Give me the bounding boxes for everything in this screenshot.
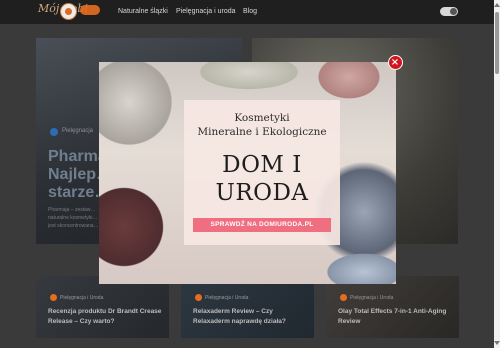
article-category[interactable]: Pielęgnacja i Uroda [205, 295, 248, 301]
article-card[interactable]: Pielęgnacja i Uroda Relaxaderm Review – … [181, 276, 314, 338]
article-title[interactable]: Relaxaderm Review – Czy Relaxaderm napra… [193, 307, 308, 327]
category-icon [50, 294, 57, 301]
close-modal-button[interactable]: × [388, 55, 403, 70]
nav-link-blog[interactable]: Blog [243, 8, 257, 15]
scroll-thumb[interactable] [495, 12, 499, 74]
featured-category[interactable]: Pielęgnacja [62, 128, 93, 134]
top-navbar: Mój Kobi Naturalne ślązki Pielęgnacja i … [0, 0, 494, 24]
promo-brand-line1: DOM I [222, 152, 302, 178]
promo-modal[interactable]: Kosmetyki Mineralne i Ekologiczne DOM I … [99, 62, 396, 284]
nav-link-pielegnacja[interactable]: Pielęgnacja i uroda [176, 8, 236, 15]
dark-mode-toggle[interactable] [440, 7, 458, 16]
featured-excerpt: Pharmaja – zestaw… naturalne kosmetyki… … [48, 207, 99, 229]
scroll-up-arrow-icon[interactable] [494, 3, 500, 7]
article-card[interactable]: Pielęgnacja i Uroda Recenzja produktu Dr… [36, 276, 169, 338]
nav-link-naturalne[interactable]: Naturalne ślązki [118, 8, 168, 15]
logo-mark-icon[interactable] [60, 3, 77, 20]
promo-cta-button[interactable]: SPRAWDŹ NA DOMIURODA.PL [193, 218, 331, 232]
page-scrollbar[interactable] [494, 0, 500, 348]
article-category[interactable]: Pielęgnacja i Uroda [350, 295, 393, 301]
article-card[interactable]: Pielęgnacja i Uroda Olay Total Effects 7… [326, 276, 459, 338]
logo-accent-icon [80, 5, 100, 15]
category-icon [340, 294, 347, 301]
promo-subtitle-line1: Kosmetyki [234, 112, 290, 124]
promo-subtitle-line2: Mineralne i Ekologiczne [197, 126, 327, 138]
article-category[interactable]: Pielęgnacja i Uroda [60, 295, 103, 301]
article-title[interactable]: Olay Total Effects 7-in-1 Anti-Aging Rev… [338, 307, 453, 327]
scroll-down-arrow-icon[interactable] [494, 341, 500, 345]
promo-brand-line2: URODA [215, 180, 309, 206]
category-icon [50, 128, 58, 136]
category-icon [195, 294, 202, 301]
promo-card: Kosmetyki Mineralne i Ekologiczne DOM I … [184, 100, 340, 245]
close-icon[interactable]: × [389, 55, 401, 70]
article-title[interactable]: Recenzja produktu Dr Brandt Crease Relea… [48, 307, 163, 327]
